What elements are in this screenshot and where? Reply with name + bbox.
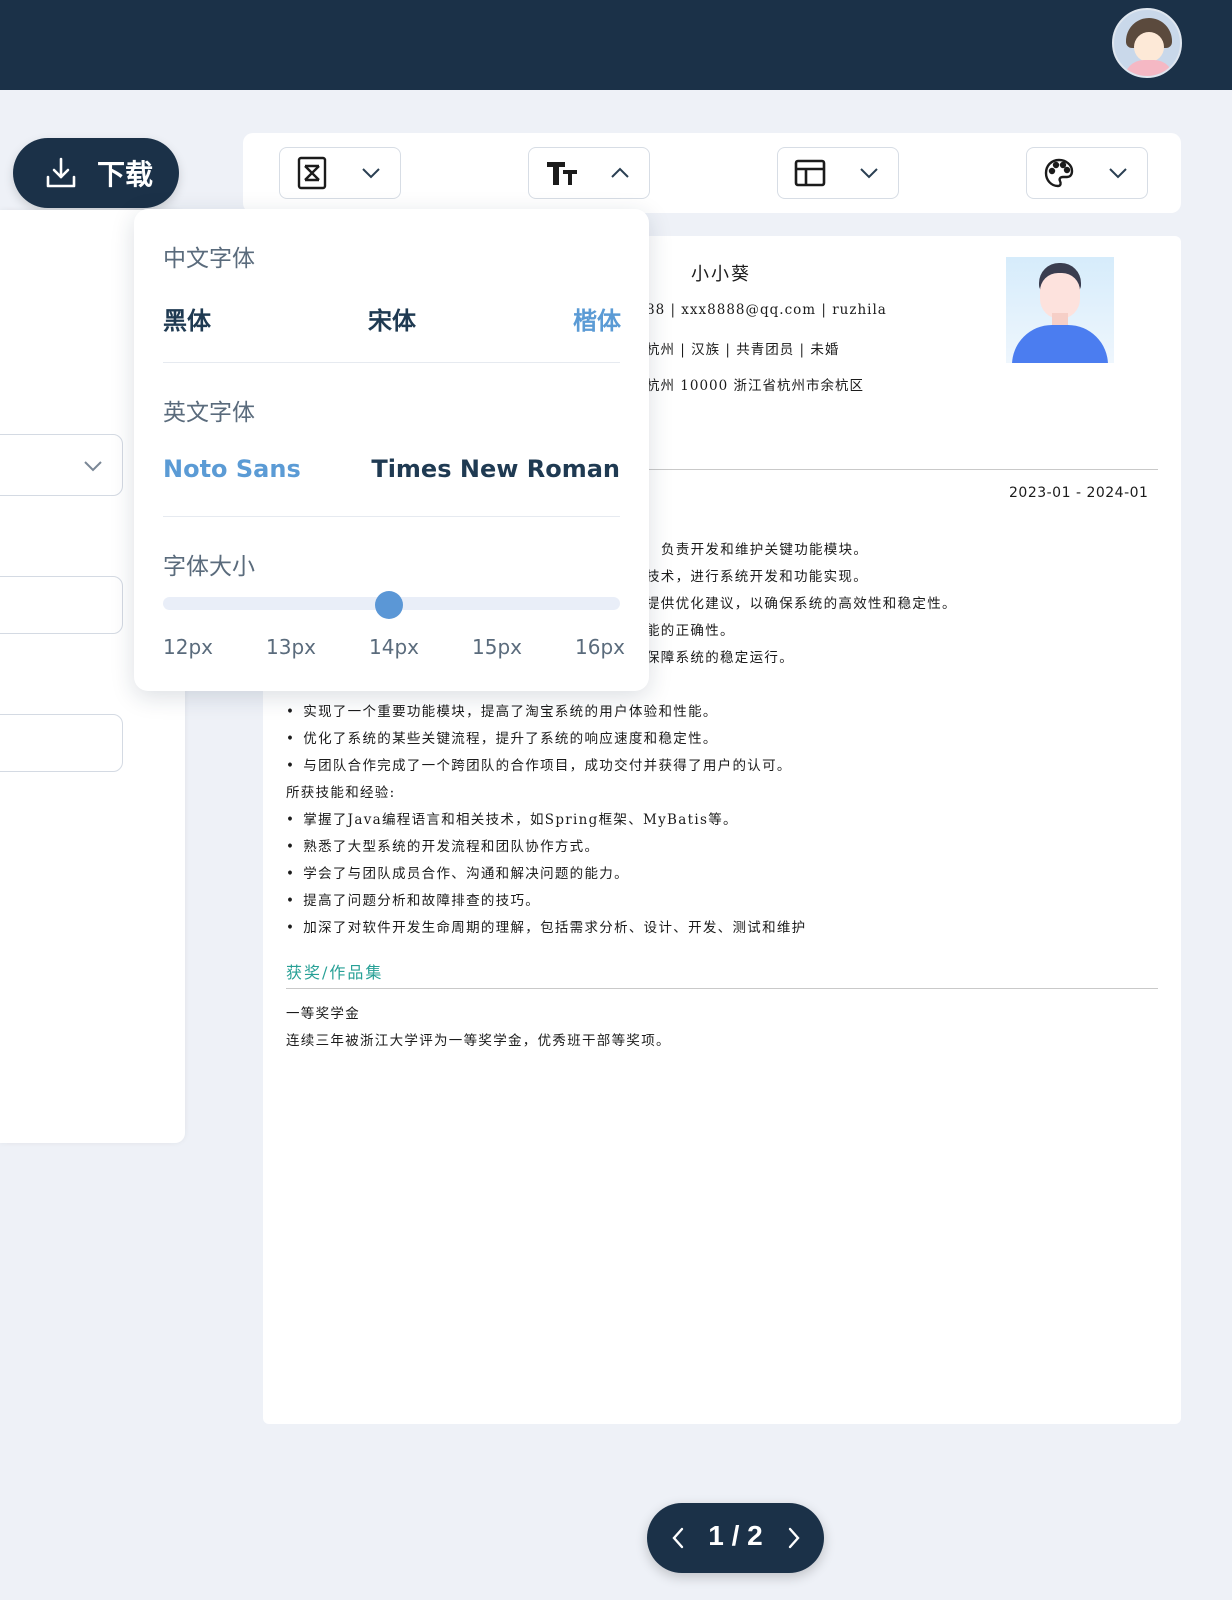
skills-heading: 所获技能和经验: bbox=[286, 785, 396, 801]
font-size-heading: 字体大小 bbox=[163, 554, 255, 580]
dropdown-divider bbox=[163, 362, 620, 363]
download-label: 下载 bbox=[97, 158, 154, 191]
duty-line: 提供优化建议，以确保系统的高效性和稳定性。 bbox=[646, 596, 957, 612]
skill-item: 学会了与团队成员合作、沟通和解决问题的能力。 bbox=[286, 862, 629, 882]
page-navigator: 1 / 2 bbox=[647, 1503, 824, 1573]
award-description: 连续三年被浙江大学评为一等奖学金，优秀班干部等奖项。 bbox=[286, 1033, 671, 1049]
skill-item: 掌握了Java编程语言和相关技术，如Spring框架、MyBatis等。 bbox=[286, 808, 738, 828]
resume-contact: 88 | xxx8888@qq.com | ruzhila bbox=[646, 302, 887, 318]
user-avatar[interactable] bbox=[1112, 8, 1182, 78]
font-select[interactable] bbox=[528, 147, 650, 199]
layout-icon bbox=[794, 159, 826, 187]
resume-name: 小小葵 bbox=[691, 264, 751, 285]
font-option-heiti[interactable]: 黑体 bbox=[163, 301, 211, 336]
panel-input-field[interactable] bbox=[0, 576, 123, 634]
panel-select-field[interactable] bbox=[0, 434, 123, 496]
chevron-down-icon bbox=[84, 461, 102, 472]
font-option-noto-sans[interactable]: Noto Sans bbox=[163, 455, 301, 483]
chinese-font-heading: 中文字体 bbox=[163, 246, 255, 272]
resume-address: 杭州 10000 浙江省杭州市余杭区 bbox=[646, 378, 865, 394]
chevron-up-icon bbox=[611, 167, 629, 178]
resume-info: 杭州 | 汉族 | 共青团员 | 未婚 bbox=[646, 342, 840, 358]
award-name: 一等奖学金 bbox=[286, 1006, 360, 1022]
awards-section-title: 获奖/作品集 bbox=[286, 963, 384, 982]
font-option-songti[interactable]: 宋体 bbox=[368, 301, 416, 336]
download-button[interactable]: 下载 bbox=[13, 138, 179, 208]
chevron-right-icon[interactable] bbox=[785, 1525, 803, 1551]
font-size-slider-thumb[interactable] bbox=[375, 591, 403, 619]
duty-line: 负责开发和维护关键功能模块。 bbox=[661, 542, 869, 558]
english-font-heading: 英文字体 bbox=[163, 400, 255, 426]
size-label-15[interactable]: 15px bbox=[472, 635, 522, 659]
photo-body bbox=[1012, 325, 1108, 363]
chevron-down-icon bbox=[860, 168, 878, 179]
template-icon bbox=[297, 156, 327, 190]
skill-item: 提高了问题分析和故障排查的技巧。 bbox=[286, 889, 540, 909]
chevron-down-icon bbox=[362, 168, 380, 179]
skill-item: 熟悉了大型系统的开发流程和团队协作方式。 bbox=[286, 835, 599, 855]
download-icon bbox=[46, 157, 76, 188]
font-icon bbox=[547, 162, 577, 185]
avatar-body bbox=[1124, 60, 1174, 76]
work-date-range: 2023-01 - 2024-01 bbox=[1009, 485, 1149, 501]
duty-line: 保障系统的稳定运行。 bbox=[646, 650, 794, 666]
size-label-13[interactable]: 13px bbox=[266, 635, 316, 659]
font-settings-dropdown: 中文字体 黑体 宋体 楷体 英文字体 Noto Sans Times New R… bbox=[134, 209, 649, 691]
duty-line: 技术，进行系统开发和功能实现。 bbox=[646, 569, 868, 585]
theme-color-select[interactable] bbox=[1026, 147, 1148, 199]
layout-select[interactable] bbox=[777, 147, 899, 199]
section-divider bbox=[286, 988, 1158, 989]
settings-toolbar bbox=[243, 133, 1181, 213]
size-label-14[interactable]: 14px bbox=[369, 635, 419, 659]
achievement-item: 与团队合作完成了一个跨团队的合作项目，成功交付并获得了用户的认可。 bbox=[286, 754, 792, 774]
achievement-item: 优化了系统的某些关键流程，提升了系统的响应速度和稳定性。 bbox=[286, 727, 718, 747]
size-label-12[interactable]: 12px bbox=[163, 635, 213, 659]
top-bar bbox=[0, 0, 1232, 90]
resume-photo bbox=[1006, 257, 1114, 363]
palette-icon bbox=[1044, 158, 1074, 188]
skill-item: 加深了对软件开发生命周期的理解，包括需求分析、设计、开发、测试和维护 bbox=[286, 916, 806, 936]
dropdown-divider bbox=[163, 516, 620, 517]
font-option-kaiti[interactable]: 楷体 bbox=[573, 301, 621, 336]
font-option-times-new-roman[interactable]: Times New Roman bbox=[371, 455, 620, 483]
chevron-down-icon bbox=[1109, 168, 1127, 179]
duty-line: 能的正确性。 bbox=[646, 623, 735, 639]
avatar-face bbox=[1134, 32, 1164, 62]
template-select[interactable] bbox=[279, 147, 401, 199]
panel-input-field[interactable] bbox=[0, 714, 123, 772]
size-label-16[interactable]: 16px bbox=[575, 635, 625, 659]
achievement-item: 实现了一个重要功能模块，提高了淘宝系统的用户体验和性能。 bbox=[286, 700, 718, 720]
